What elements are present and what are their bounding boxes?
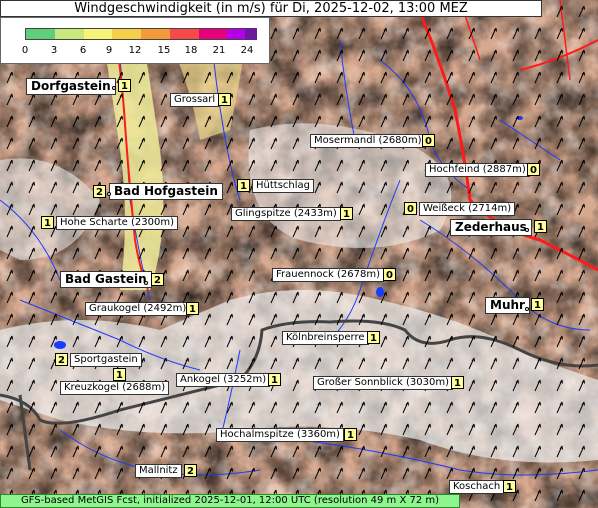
legend-segment	[112, 29, 141, 39]
place-label-sportgastein[interactable]: Sportgastein	[70, 353, 142, 367]
place-label-huettschlag[interactable]: Hüttschlag	[252, 179, 314, 193]
wind-value-koschach: 1	[503, 480, 516, 493]
wind-value-bad-hofgastein: 2	[93, 185, 106, 198]
wind-value-sportgastein: 2	[55, 353, 68, 366]
legend-tick: 9	[105, 45, 113, 56]
place-label-koelnbreinsperre[interactable]: Kölnbreinsperre	[282, 331, 369, 345]
place-label-bad-gastein[interactable]: Bad Gastein	[60, 271, 152, 288]
legend-segment	[198, 29, 228, 39]
wind-value-mallnitz: 2	[184, 464, 197, 477]
place-label-mallnitz[interactable]: Mallnitz	[135, 464, 182, 478]
map-title: Windgeschwindigkeit (in m/s) für Di, 202…	[0, 0, 542, 17]
place-label-koschach[interactable]: Koschach	[449, 480, 505, 494]
place-label-frauennock[interactable]: Frauennock (2678m)	[272, 268, 385, 282]
legend-tick: 24	[240, 45, 254, 56]
place-label-graukogel[interactable]: Graukogel (2492m)	[85, 302, 191, 316]
place-label-zederhaus[interactable]: Zederhaus	[450, 219, 532, 236]
place-label-hochalmspitze[interactable]: Hochalmspitze (3360m)	[216, 428, 344, 442]
legend-max-swatch	[245, 28, 257, 40]
place-label-grosser-sonnblick[interactable]: Großer Sonnblick (3030m)	[313, 376, 454, 390]
location-marker	[107, 192, 111, 196]
wind-value-bad-gastein: 2	[151, 273, 164, 286]
legend-segment	[26, 29, 55, 39]
wind-value-glingspitze: 1	[340, 207, 353, 220]
wind-value-graukogel: 1	[186, 302, 199, 315]
place-label-bad-hofgastein[interactable]: Bad Hofgastein	[109, 183, 223, 200]
wind-value-hochalmspitze: 1	[344, 428, 357, 441]
place-label-mosermandl[interactable]: Mosermandl (2680m)	[310, 134, 426, 148]
place-label-grossarl[interactable]: Grossarl	[170, 93, 220, 107]
place-label-kreuzkogel[interactable]: Kreuzkogel (2688m)	[60, 381, 170, 395]
legend-tick: 21	[212, 45, 226, 56]
legend-tick: 15	[157, 45, 171, 56]
legend-color-bar	[25, 28, 257, 40]
wind-value-mosermandl: 0	[422, 134, 435, 147]
legend-tick: 3	[50, 45, 58, 56]
legend-segment	[83, 29, 113, 39]
wind-value-koelnbreinsperre: 1	[367, 331, 380, 344]
location-marker	[525, 228, 529, 232]
place-label-muhr[interactable]: Muhr	[485, 297, 530, 314]
wind-value-muhr: 1	[531, 298, 544, 311]
legend-tick: 6	[79, 45, 87, 56]
location-marker	[144, 281, 148, 285]
wind-value-zederhaus: 1	[534, 220, 547, 233]
wind-value-weisseck: 0	[404, 202, 417, 215]
place-label-glingspitze[interactable]: Glingspitze (2433m)	[231, 207, 341, 221]
wind-value-hochfeind: 0	[527, 163, 540, 176]
forecast-info-footer: GFS-based MetGIS Fcst, initialized 2025-…	[0, 494, 460, 508]
wind-value-hohe-scharte: 1	[41, 216, 54, 229]
wind-value-grosser-sonnblick: 1	[451, 376, 464, 389]
wind-value-grossarl: 1	[218, 93, 231, 106]
legend-segment	[54, 29, 84, 39]
place-label-ankogel[interactable]: Ankogel (3252m)	[176, 373, 271, 387]
legend-tick: 12	[128, 45, 142, 56]
wind-value-frauennock: 0	[383, 268, 396, 281]
location-marker	[112, 86, 116, 90]
place-label-dorfgastein[interactable]: Dorfgastein	[26, 78, 116, 95]
legend-tick: 0	[21, 45, 29, 56]
legend-segment	[141, 29, 170, 39]
wind-value-dorfgastein: 1	[118, 79, 131, 92]
place-label-hohe-scharte[interactable]: Hohe Scharte (2300m)	[56, 216, 178, 230]
wind-speed-legend: 0 3 6 9 12 15 18 21 24	[0, 17, 270, 64]
place-label-weisseck[interactable]: Weißeck (2714m)	[419, 202, 516, 216]
legend-segment	[169, 29, 199, 39]
wind-value-ankogel: 1	[268, 373, 281, 386]
legend-tick: 18	[184, 45, 198, 56]
place-label-hochfeind[interactable]: Hochfeind (2887m)	[425, 163, 530, 177]
location-marker	[525, 307, 529, 311]
wind-value-kreuzkogel: 1	[113, 368, 126, 381]
wind-value-huettschlag: 1	[237, 179, 250, 192]
